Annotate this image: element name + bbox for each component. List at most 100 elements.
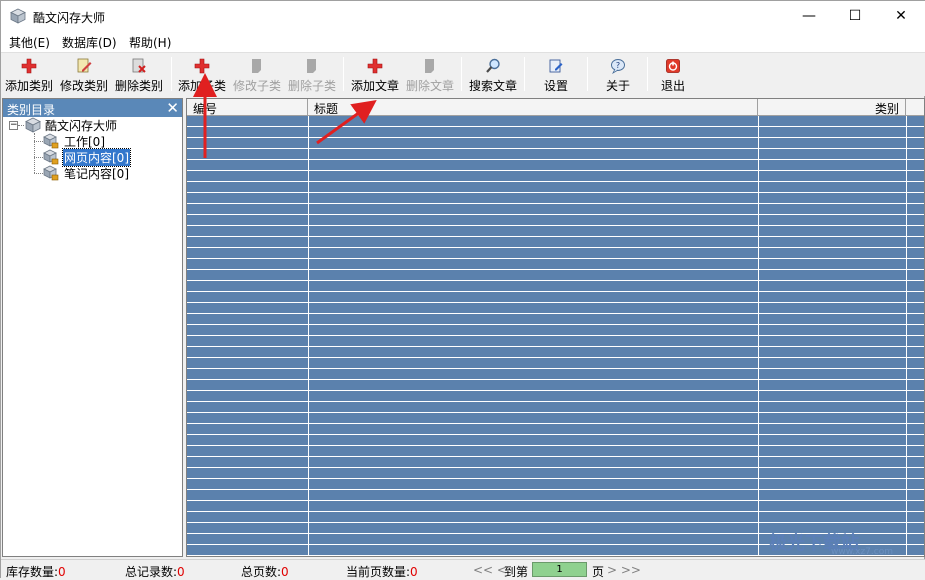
tree-connector [18,125,24,126]
delete-icon [131,57,147,75]
menu-other[interactable]: 其他(E) [9,34,50,51]
tree-root[interactable]: 酷文闪存大师 [25,117,118,133]
total-pages: 总页数:0 [241,563,289,580]
svg-text:?: ? [616,61,620,70]
edit-icon [249,57,265,75]
delete-article-button[interactable]: 删除文章 [406,55,454,95]
tree-connector [34,141,43,142]
article-grid[interactable]: 编号 标题 类别 [186,98,925,557]
toolbar-separator [171,57,172,91]
cube-icon [25,117,41,133]
tree-connector [34,173,43,174]
delete-subcategory-label: 删除子类 [288,79,337,93]
stock-count: 库存数量:0 [6,563,66,580]
minimize-icon: — [802,8,816,24]
next-page-buttons[interactable]: > >> [607,563,641,577]
column-divider [308,116,309,556]
toolbar-separator [647,57,648,91]
toolbar-separator [343,57,344,91]
about-icon: ? [610,57,626,75]
delete-icon [422,57,438,75]
folder-cube-icon [43,165,59,181]
app-window: 酷文闪存大师 — ☐ ✕ 其他(E) 数据库(D) 帮助(H) 添加类别 修改类… [0,0,925,579]
toolbar: 添加类别 修改类别 删除类别 添加子类 修改子类 删除子类 添加文章 删除文章 … [1,52,925,96]
total-records-value: 0 [177,565,185,579]
delete-article-label: 删除文章 [406,79,455,93]
panel-close-icon[interactable]: ✕ [166,99,179,117]
tree-item-notes[interactable]: 笔记内容[0] [43,165,130,181]
category-panel-header: 类别目录 ✕ [3,99,182,117]
menu-bar: 其他(E) 数据库(D) 帮助(H) [1,31,925,52]
edit-subcategory-label: 修改子类 [233,79,282,93]
settings-label: 设置 [544,79,569,93]
page-unit-label: 页 [592,565,605,579]
grid-rows[interactable] [187,116,924,556]
add-icon [194,57,210,75]
add-article-button[interactable]: 添加文章 [351,55,399,95]
exit-icon [665,57,681,75]
column-header-number[interactable]: 编号 [187,99,308,116]
stock-count-label: 库存数量: [6,565,59,579]
menu-help[interactable]: 帮助(H) [129,34,171,51]
add-icon [367,57,383,75]
goto-label: 到第 [504,565,529,579]
current-page-count-value: 0 [410,565,418,579]
exit-label: 退出 [661,79,686,93]
search-article-button[interactable]: 搜索文章 [469,55,517,95]
column-header-category[interactable]: 类别 [758,99,906,116]
category-panel: 类别目录 ✕ − 酷文闪存大师 工作[0] 网页内容[0] 笔记内容[0] [2,98,183,557]
watermark-url: www.xz7.com [831,547,893,557]
settings-icon [548,57,564,75]
category-panel-title: 类别目录 [7,103,56,117]
status-bar: 库存数量:0 总记录数:0 总页数:0 当前页数量:0 << < 到第 1 页 … [1,559,925,579]
tree-connector [34,133,35,173]
add-icon [21,57,37,75]
menu-database[interactable]: 数据库(D) [62,34,117,51]
minimize-button[interactable]: — [786,1,832,31]
column-header-title[interactable]: 标题 [308,99,758,116]
tree-connector [34,157,43,158]
title-bar: 酷文闪存大师 — ☐ ✕ [1,1,925,31]
total-pages-value: 0 [281,565,289,579]
grid-header: 编号 标题 类别 [187,99,924,116]
tree-item-label-selected: 网页内容[0] [62,147,131,167]
search-icon [485,57,501,75]
add-subcategory-button[interactable]: 添加子类 [178,55,226,95]
column-divider [758,116,759,556]
maximize-button[interactable]: ☐ [832,1,878,31]
maximize-icon: ☐ [848,8,862,24]
current-page-count: 当前页数量:0 [346,563,418,580]
stock-count-value: 0 [58,565,66,579]
column-divider [906,116,907,556]
window-title: 酷文闪存大师 [33,11,106,25]
folder-cube-icon [43,149,59,165]
about-button[interactable]: ? 关于 [606,55,630,95]
delete-category-button[interactable]: 删除类别 [115,55,163,95]
page-number-input[interactable]: 1 [532,562,587,577]
tree-item-work[interactable]: 工作[0] [43,133,106,149]
toolbar-separator [524,57,525,91]
delete-icon [304,57,320,75]
add-category-label: 添加类别 [5,79,54,93]
total-pages-label: 总页数: [241,565,282,579]
exit-button[interactable]: 退出 [661,55,685,95]
delete-subcategory-button[interactable]: 删除子类 [288,55,336,95]
search-article-label: 搜索文章 [469,79,518,93]
close-button[interactable]: ✕ [878,1,924,31]
add-subcategory-label: 添加子类 [178,79,227,93]
add-article-label: 添加文章 [351,79,400,93]
edit-category-label: 修改类别 [60,79,109,93]
total-records-label: 总记录数: [125,565,178,579]
tree-root-label: 酷文闪存大师 [45,118,118,133]
add-category-button[interactable]: 添加类别 [5,55,53,95]
folder-cube-icon [43,133,59,149]
tree-collapse-icon[interactable]: − [9,121,18,130]
app-cube-icon [10,8,26,24]
current-page-count-label: 当前页数量: [346,565,411,579]
toolbar-separator [461,57,462,91]
edit-subcategory-button[interactable]: 修改子类 [233,55,281,95]
edit-category-button[interactable]: 修改类别 [60,55,108,95]
tree-item-webpage[interactable]: 网页内容[0] [43,147,131,167]
prev-page-buttons[interactable]: << < [473,563,507,577]
settings-button[interactable]: 设置 [544,55,568,95]
